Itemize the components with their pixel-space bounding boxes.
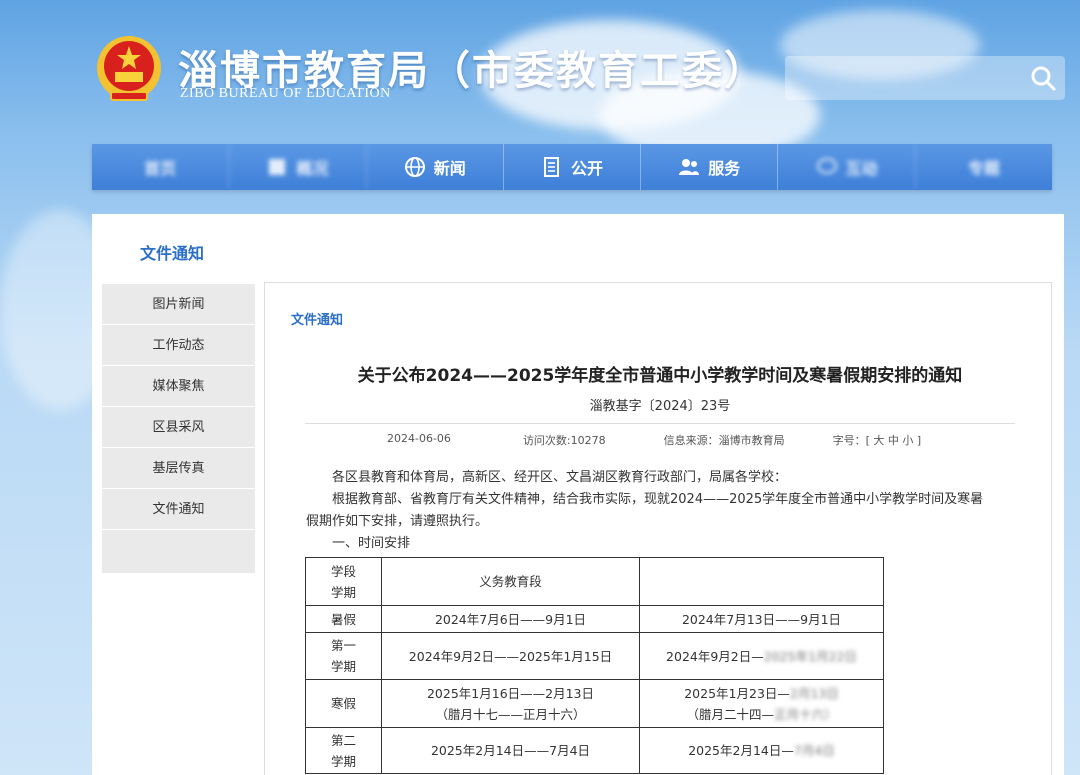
nav-item-label: 专题: [967, 159, 1000, 178]
table-cell: 2024年7月13日——9月1日: [639, 605, 884, 633]
article-paragraph: 假期作如下安排，请遵照执行。: [306, 514, 489, 529]
nav-item-news[interactable]: 新闻: [367, 144, 504, 190]
search-icon[interactable]: [1029, 64, 1057, 92]
visit-count: 访问次数:10278: [522, 434, 606, 447]
table-row: 寒假 2025年1月16日——2月13日 （腊月十七——正月十六） 2025年1…: [305, 679, 884, 728]
table-cell: 寒假: [305, 679, 382, 728]
sidebar-item-notices[interactable]: 文件通知: [102, 489, 255, 530]
nav-item-interaction[interactable]: 互动: [778, 144, 916, 190]
info-icon: [269, 159, 286, 175]
main-nav: 首页 概况 新闻 公开 服务 互动 专题: [92, 144, 1052, 190]
section-heading: 一、时间安排: [332, 536, 411, 551]
search-input[interactable]: [785, 56, 1065, 100]
page-title: 文件通知: [140, 244, 205, 263]
nav-item-label: 首页: [144, 159, 177, 178]
article-meta: 2024-06-06 访问次数:10278 信息来源：淄博市教育局 字号：[ 大…: [305, 423, 1015, 448]
table-header-cell: 义务教育段: [381, 557, 640, 606]
site-header: 淄博市教育局（市委教育工委） ZIBO BUREAU OF EDUCATION: [0, 0, 1080, 140]
nav-item-label: 概况: [296, 159, 329, 178]
breadcrumb[interactable]: 文件通知: [291, 309, 343, 328]
table-row: 学段 学期 义务教育段: [305, 557, 884, 606]
sidebar-item-district[interactable]: 区县采风: [102, 407, 255, 448]
site-subtitle: ZIBO BUREAU OF EDUCATION: [180, 86, 391, 101]
table-row: 暑假 2024年7月6日——9月1日 2024年7月13日——9月1日: [305, 605, 884, 633]
table-cell: 2024年9月2日——2025年1月15日: [381, 632, 640, 680]
chat-icon: [816, 158, 837, 174]
sidebar: 图片新闻 工作动态 媒体聚焦 区县采风 基层传真 文件通知: [102, 284, 255, 574]
table-header-cell: [639, 557, 884, 606]
nav-item-public[interactable]: 公开: [504, 144, 642, 190]
nav-item-label: 公开: [570, 159, 603, 178]
article-paragraph: 根据教育部、省教育厅有关文件精神，结合我市实际，现就2024——2025学年度全…: [332, 492, 984, 507]
sidebar-item-photo-news[interactable]: 图片新闻: [102, 284, 255, 325]
table-cell: 2025年2月14日—7月4日: [639, 727, 884, 774]
table-cell: 2024年7月6日——9月1日: [381, 605, 640, 633]
table-cell: 第二 学期: [305, 727, 382, 774]
document-number: 淄教基字〔2024〕23号: [589, 399, 731, 414]
article-paragraph: 各区县教育和体育局，高新区、经开区、文昌湖区教育行政部门，局属各学校：: [332, 470, 788, 485]
globe-icon: [404, 157, 425, 177]
document-icon: [543, 157, 559, 177]
article-title: 关于公布2024——2025学年度全市普通中小学教学时间及寒暑假期安排的通知: [357, 366, 963, 386]
nav-item-label: 新闻: [433, 159, 466, 178]
font-size-control[interactable]: 字号：[ 大 中 小 ]: [833, 432, 922, 448]
table-row: 第二 学期 2025年2月14日——7月4日 2025年2月14日—7月4日: [305, 727, 884, 774]
publish-date: 2024-06-06: [387, 432, 451, 445]
sidebar-item-work-news[interactable]: 工作动态: [102, 325, 255, 366]
nav-item-home[interactable]: 首页: [92, 144, 230, 190]
sidebar-item-media[interactable]: 媒体聚焦: [102, 366, 255, 407]
sidebar-item-grassroots[interactable]: 基层传真: [102, 448, 255, 489]
nav-item-overview[interactable]: 概况: [229, 144, 367, 190]
users-icon: [679, 159, 700, 175]
table-cell: 2025年1月16日——2月13日 （腊月十七——正月十六）: [381, 679, 640, 728]
nav-item-service[interactable]: 服务: [641, 144, 779, 190]
page-body: 文件通知 图片新闻 工作动态 媒体聚焦 区县采风 基层传真 文件通知 文件通知 …: [92, 214, 1064, 775]
info-source: 信息来源：淄博市教育局: [663, 434, 785, 447]
nav-item-topic[interactable]: 专题: [916, 144, 1052, 190]
nav-item-label: 互动: [845, 159, 878, 178]
table-header-cell: 学段 学期: [305, 557, 382, 606]
table-cell: 2025年2月14日——7月4日: [381, 727, 640, 774]
nav-item-label: 服务: [708, 159, 741, 178]
schedule-table: 学段 学期 义务教育段 暑假 2024年7月6日——9月1日 2024年7月13…: [305, 557, 884, 774]
table-cell: 2025年1月23日—2月13日 （腊月二十四—正月十六）: [639, 679, 884, 728]
table-cell: 2024年9月2日—2025年1月22日: [639, 632, 884, 680]
table-row: 第一 学期 2024年9月2日——2025年1月15日 2024年9月2日—20…: [305, 632, 884, 680]
sidebar-spacer: [102, 530, 255, 574]
table-cell: 暑假: [305, 605, 382, 633]
national-emblem-icon: [97, 36, 161, 101]
table-cell: 第一 学期: [305, 632, 382, 680]
